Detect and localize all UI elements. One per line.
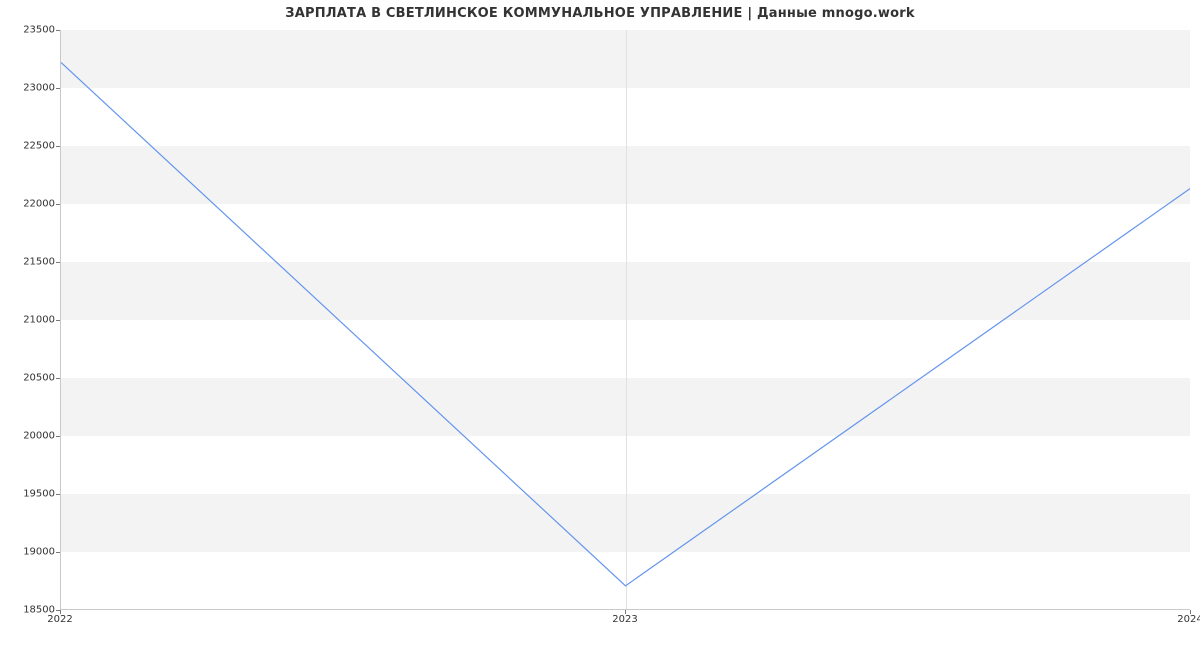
plot-area — [60, 30, 1190, 610]
salary-series-line — [61, 62, 1190, 585]
y-tick-label: 19000 — [5, 547, 55, 558]
y-tick-label: 22000 — [5, 199, 55, 210]
chart-title: ЗАРПЛАТА В СВЕТЛИНСКОЕ КОММУНАЛЬНОЕ УПРА… — [0, 6, 1200, 21]
y-tick-label: 20000 — [5, 431, 55, 442]
y-tick-label: 21500 — [5, 257, 55, 268]
y-tick-label: 22500 — [5, 141, 55, 152]
x-tick-label: 2022 — [47, 614, 72, 625]
y-tick-label: 19500 — [5, 489, 55, 500]
x-tick-mark — [60, 610, 61, 614]
series-line-layer — [61, 30, 1190, 609]
x-tick-mark — [625, 610, 626, 614]
x-tick-label: 2024 — [1177, 614, 1200, 625]
y-tick-label: 23500 — [5, 25, 55, 36]
y-tick-label: 20500 — [5, 373, 55, 384]
y-tick-label: 23000 — [5, 83, 55, 94]
x-tick-label: 2023 — [612, 614, 637, 625]
chart-container: ЗАРПЛАТА В СВЕТЛИНСКОЕ КОММУНАЛЬНОЕ УПРА… — [0, 0, 1200, 650]
y-tick-label: 21000 — [5, 315, 55, 326]
x-tick-mark — [1190, 610, 1191, 614]
